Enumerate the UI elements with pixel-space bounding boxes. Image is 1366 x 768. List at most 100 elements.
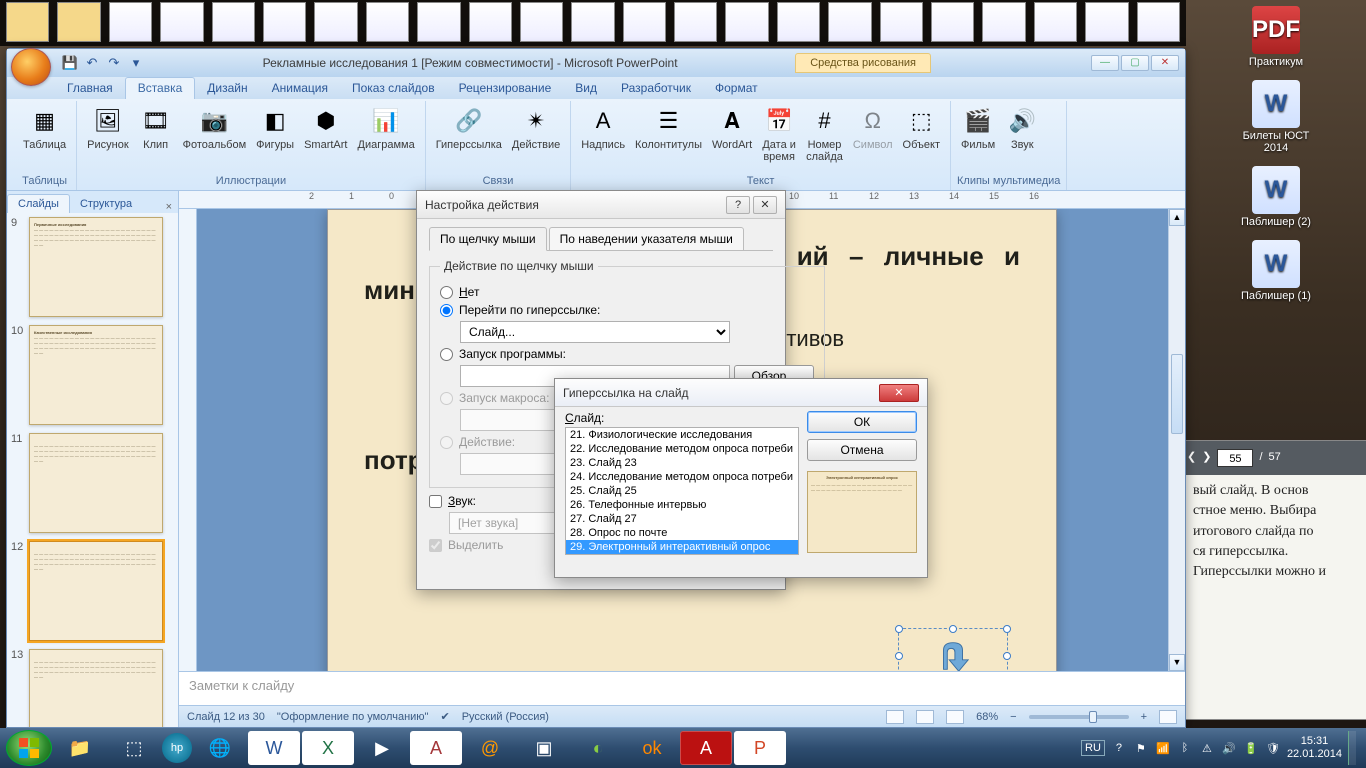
desktop-icon-word[interactable]: W Билеты ЮСТ 2014 (1231, 80, 1321, 154)
task-hp[interactable]: hp (162, 733, 192, 763)
tray-battery-icon[interactable]: 🔋 (1243, 740, 1259, 756)
maximize-button[interactable]: ▢ (1121, 55, 1149, 71)
status-language[interactable]: Русский (Россия) (462, 711, 549, 723)
dialog-help-button[interactable]: ? (726, 196, 750, 214)
show-desktop-button[interactable] (1348, 731, 1356, 765)
slides-tab[interactable]: Слайды (7, 194, 70, 213)
close-button[interactable]: ✕ (1151, 55, 1179, 71)
qat-dropdown-icon[interactable]: ▾ (127, 54, 145, 72)
slide-list-option[interactable]: 28. Опрос по почте (566, 526, 798, 540)
task-acrobat[interactable]: A (680, 731, 732, 765)
slide-list-option[interactable]: 27. Слайд 27 (566, 512, 798, 526)
slide-list-option[interactable]: 24. Исследование методом опроса потреби (566, 470, 798, 484)
zoom-slider[interactable] (1029, 715, 1129, 719)
ribbon-tab-анимация[interactable]: Анимация (260, 78, 340, 99)
sorter-view-button[interactable] (916, 710, 934, 724)
task-powerpoint[interactable]: P (734, 731, 786, 765)
slide-list-option[interactable]: 23. Слайд 23 (566, 456, 798, 470)
task-unknown[interactable]: ⬚ (108, 731, 160, 765)
ribbon-headerfooter-button[interactable]: ☰Колонтитулы (631, 103, 706, 153)
ribbon-textbox-button[interactable]: AНадпись (577, 103, 629, 153)
save-icon[interactable]: 💾 (61, 54, 79, 72)
pdf-nav-icon[interactable]: ❯ (1202, 450, 1211, 466)
tray-help-icon[interactable]: ? (1111, 740, 1127, 756)
radio-none-label[interactable]: Нет (459, 285, 479, 299)
task-explorer[interactable]: 📁 (54, 731, 106, 765)
selected-shape-action-button[interactable] (898, 628, 1008, 671)
radio-run-program-label[interactable]: Запуск программы: (459, 347, 566, 361)
ribbon-tab-рецензирование[interactable]: Рецензирование (447, 78, 564, 99)
task-player[interactable]: ▶ (356, 731, 408, 765)
task-360[interactable]: ◐ (572, 731, 624, 765)
tab-mouse-over[interactable]: По наведении указателя мыши (549, 227, 744, 251)
task-word[interactable]: W (248, 731, 300, 765)
zoom-out-icon[interactable]: − (1010, 711, 1016, 723)
close-panel-icon[interactable]: × (160, 201, 178, 213)
radio-none[interactable] (440, 286, 453, 299)
tray-bluetooth-icon[interactable]: ᛒ (1177, 740, 1193, 756)
slide-thumbnails[interactable]: 9Первичные исследования— — — — — — — — —… (7, 213, 178, 727)
desktop-icon-pdf[interactable]: PDF Практикум (1231, 6, 1321, 68)
ribbon-album-button[interactable]: 📷Фотоальбом (179, 103, 251, 153)
slide-list-option[interactable]: 25. Слайд 25 (566, 484, 798, 498)
slide-list[interactable]: 21. Физиологические исследования22. Иссл… (565, 427, 799, 555)
ribbon-tab-вставка[interactable]: Вставка (125, 77, 196, 99)
ribbon-tab-формат[interactable]: Формат (703, 78, 770, 99)
redo-icon[interactable]: ↷ (105, 54, 123, 72)
ribbon-movie-button[interactable]: 🎬Фильм (957, 103, 999, 153)
slide-thumbnail[interactable]: Качественные исследования— — — — — — — —… (29, 325, 163, 425)
checkbox-play-sound-label[interactable]: Звук: (448, 494, 476, 508)
tray-network-icon[interactable]: 📶 (1155, 740, 1171, 756)
tab-mouse-click[interactable]: По щелчку мыши (429, 227, 547, 251)
task-chrome[interactable]: 🌐 (194, 731, 246, 765)
slide-thumbnail[interactable]: Первичные исследования— — — — — — — — — … (29, 217, 163, 317)
pdf-nav-icon[interactable]: ❮ (1187, 450, 1196, 466)
ribbon-tab-разработчик[interactable]: Разработчик (609, 78, 703, 99)
dialog-close-button[interactable]: ✕ (879, 384, 919, 402)
task-excel[interactable]: X (302, 731, 354, 765)
radio-hyperlink-label[interactable]: Перейти по гиперссылке: (459, 303, 600, 317)
minimize-button[interactable]: — (1091, 55, 1119, 71)
slide-thumbnail[interactable]: — — — — — — — — — — — — — — — — — — — — … (29, 649, 163, 727)
ribbon-shapes-button[interactable]: ◧Фигуры (252, 103, 298, 153)
cancel-button[interactable]: Отмена (807, 439, 917, 461)
office-button[interactable] (11, 48, 51, 86)
desktop-icon-word[interactable]: W Паблишер (1) (1231, 240, 1321, 302)
ribbon-chart-button[interactable]: 📊Диаграмма (354, 103, 419, 153)
spellcheck-icon[interactable]: ✔ (440, 710, 449, 723)
slideshow-view-button[interactable] (946, 710, 964, 724)
tray-sound-icon[interactable]: 🔊 (1221, 740, 1237, 756)
start-button[interactable] (6, 730, 52, 766)
radio-hyperlink[interactable] (440, 304, 453, 317)
language-indicator[interactable]: RU (1081, 740, 1105, 756)
ribbon-tab-показ слайдов[interactable]: Показ слайдов (340, 78, 447, 99)
slide-list-option[interactable]: 26. Телефонные интервью (566, 498, 798, 512)
ribbon-date-button[interactable]: 📅Дата и время (758, 103, 800, 165)
tray-flag-icon[interactable]: ⚑ (1133, 740, 1149, 756)
task-access[interactable]: A (410, 731, 462, 765)
ribbon-object-button[interactable]: ⬚Объект (899, 103, 944, 153)
slide-list-option[interactable]: 21. Физиологические исследования (566, 428, 798, 442)
ribbon-picture-button[interactable]: 🖼Рисунок (83, 103, 133, 153)
ribbon-tab-дизайн[interactable]: Дизайн (195, 78, 259, 99)
outline-tab[interactable]: Структура (70, 195, 142, 213)
normal-view-button[interactable] (886, 710, 904, 724)
zoom-value[interactable]: 68% (976, 711, 998, 723)
ok-button[interactable]: ОК (807, 411, 917, 433)
notes-pane[interactable]: Заметки к слайду (179, 671, 1185, 705)
ribbon-slidenum-button[interactable]: #Номер слайда (802, 103, 847, 165)
ribbon-clip-button[interactable]: 🎞Клип (135, 103, 177, 153)
task-ok[interactable]: ok (626, 731, 678, 765)
ribbon-wordart-button[interactable]: 𝐀WordArt (708, 103, 756, 153)
dialog-close-button[interactable]: ✕ (753, 196, 777, 214)
tray-warning-icon[interactable]: ⚠ (1199, 740, 1215, 756)
ribbon-tab-главная[interactable]: Главная (55, 78, 125, 99)
fit-window-button[interactable] (1159, 710, 1177, 724)
ribbon-tab-вид[interactable]: Вид (563, 78, 609, 99)
ribbon-sound-button[interactable]: 🔊Звук (1001, 103, 1043, 153)
undo-icon[interactable]: ↶ (83, 54, 101, 72)
scroll-down-icon[interactable]: ▼ (1169, 654, 1185, 671)
slide-list-option[interactable]: 22. Исследование методом опроса потреби (566, 442, 798, 456)
checkbox-play-sound[interactable] (429, 495, 442, 508)
task-media[interactable]: ▣ (518, 731, 570, 765)
